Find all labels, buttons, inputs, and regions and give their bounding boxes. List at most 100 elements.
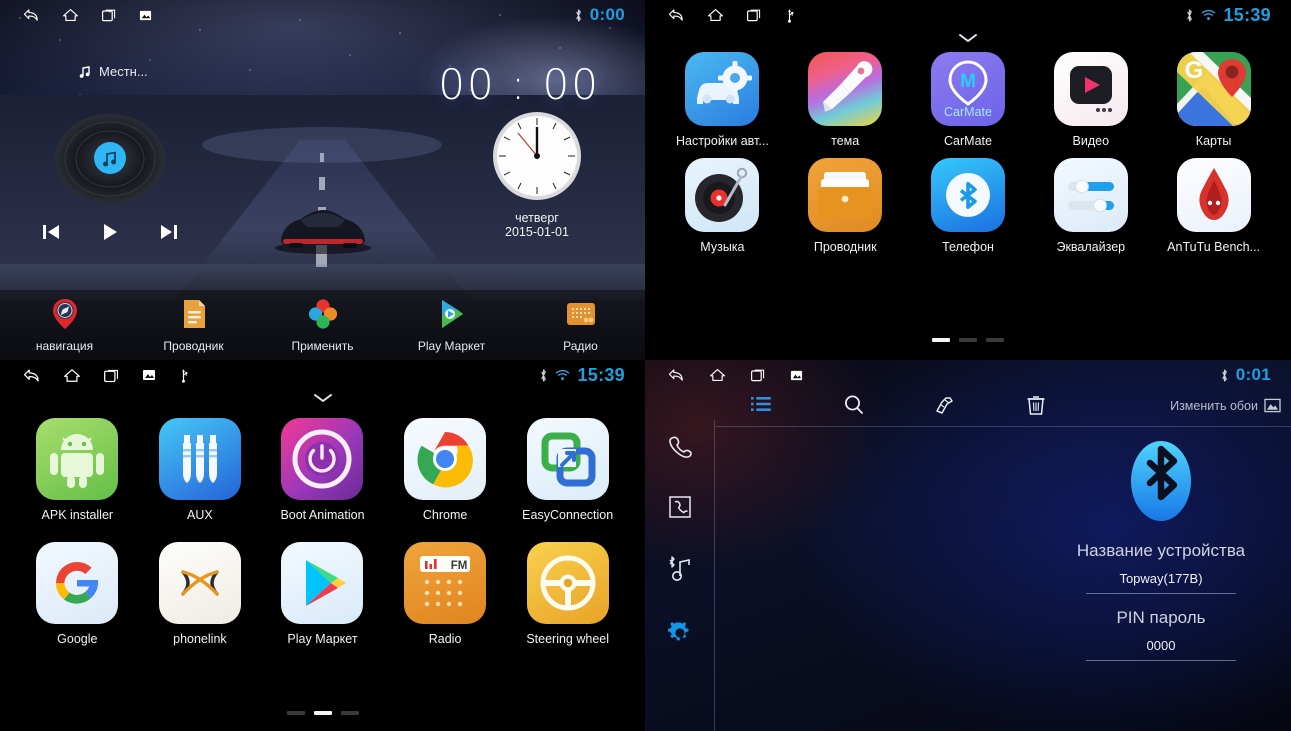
app-boot-animation[interactable]: Boot Animation: [261, 418, 384, 522]
app-grid-page-1: Настройки авт... тема M CarMate CarMate В…: [645, 52, 1291, 254]
back-icon[interactable]: [667, 367, 685, 383]
dock-item-navigation[interactable]: навигация: [0, 297, 129, 353]
app-phonelink[interactable]: phonelink: [139, 542, 262, 646]
usb-icon[interactable]: [784, 7, 795, 23]
analog-clock-widget[interactable]: четверг 2015-01-01: [482, 110, 592, 239]
back-icon[interactable]: [667, 7, 685, 23]
home-icon[interactable]: [707, 7, 724, 23]
home-icon[interactable]: [63, 367, 81, 384]
status-bar-drawer1: 15:39: [645, 0, 1291, 30]
app-music[interactable]: Музыка: [661, 158, 784, 254]
recents-icon[interactable]: [750, 367, 766, 383]
app-label: Radio: [428, 632, 462, 646]
aux-jack-icon: [158, 418, 241, 500]
app-file-manager[interactable]: Проводник: [784, 158, 907, 254]
recents-icon[interactable]: [746, 7, 762, 23]
bluetooth-icon: [1185, 8, 1194, 23]
app-car-settings[interactable]: Настройки авт...: [661, 52, 784, 148]
clock-date: 2015-01-01: [505, 225, 569, 239]
app-equalizer[interactable]: Эквалайзер: [1029, 158, 1152, 254]
page-dot[interactable]: [286, 711, 305, 715]
home-dock: навигация Проводник Применить Play Марке…: [0, 290, 645, 360]
bluetooth-sidebar: [645, 420, 715, 731]
app-play-store[interactable]: Play Маркет: [261, 542, 384, 646]
app-carmate[interactable]: M CarMate CarMate: [907, 52, 1030, 148]
back-icon[interactable]: [22, 7, 40, 23]
dock-item-radio[interactable]: Радио: [516, 297, 645, 353]
app-video[interactable]: Видео: [1029, 52, 1152, 148]
home-icon[interactable]: [709, 367, 726, 383]
chrome-icon: [404, 418, 487, 500]
trash-icon[interactable]: [1026, 394, 1046, 416]
easyconnection-icon: [526, 418, 609, 500]
vinyl-record-widget[interactable]: [45, 110, 175, 208]
recents-icon[interactable]: [101, 7, 117, 23]
previous-track-icon[interactable]: [40, 222, 62, 242]
gear-icon[interactable]: [666, 619, 694, 647]
device-name-label: Название устройства: [1076, 541, 1246, 560]
dock-label: навигация: [35, 339, 94, 353]
call-log-icon[interactable]: [667, 495, 693, 519]
device-name-value[interactable]: Topway(177B): [1086, 565, 1236, 594]
video-player-icon: [1053, 52, 1128, 126]
search-icon[interactable]: [843, 394, 865, 416]
fm-radio-icon: FM: [404, 542, 487, 624]
next-track-icon[interactable]: [158, 222, 180, 242]
dock-item-file-manager[interactable]: Проводник: [129, 297, 258, 353]
app-radio[interactable]: FM Radio: [384, 542, 507, 646]
page-dot[interactable]: [313, 711, 332, 715]
app-chrome[interactable]: Chrome: [384, 418, 507, 522]
app-theme[interactable]: тема: [784, 52, 907, 148]
page-indicator-drawer1[interactable]: [645, 338, 1291, 342]
dialpad-phone-icon[interactable]: [667, 434, 693, 458]
panel-app-drawer-2: 15:39 APK installer AUX Boot Animation C…: [0, 360, 645, 731]
play-store-icon: [441, 300, 463, 328]
back-icon[interactable]: [22, 367, 41, 384]
power-boot-icon: [281, 418, 364, 500]
page-dot[interactable]: [340, 711, 359, 715]
bluetooth-music-icon[interactable]: [666, 556, 694, 582]
bluetooth-logo-icon: [1131, 441, 1191, 521]
screenshot-icon[interactable]: [139, 9, 152, 22]
app-phone[interactable]: Телефон: [907, 158, 1030, 254]
app-antutu[interactable]: AnTuTu Bench...: [1152, 158, 1275, 254]
drawer-collapse-handle[interactable]: [0, 392, 645, 404]
recents-icon[interactable]: [103, 367, 120, 384]
screenshot-icon[interactable]: [790, 369, 803, 382]
play-store-icon: [281, 542, 364, 624]
home-icon[interactable]: [62, 7, 79, 23]
screenshot-icon[interactable]: [142, 368, 156, 382]
now-playing-label[interactable]: Местн...: [78, 64, 148, 79]
page-dot[interactable]: [932, 338, 950, 342]
status-clock: 0:01: [1235, 365, 1271, 384]
dock-item-apply[interactable]: Применить: [258, 297, 387, 353]
usb-icon[interactable]: [178, 367, 189, 383]
app-easyconnection[interactable]: EasyConnection: [506, 418, 629, 522]
page-dot[interactable]: [959, 338, 977, 342]
play-icon[interactable]: [99, 222, 121, 242]
status-clock: 15:39: [577, 364, 625, 385]
app-apk-installer[interactable]: APK installer: [16, 418, 139, 522]
app-label: Телефон: [942, 240, 994, 254]
app-steering-wheel[interactable]: Steering wheel: [506, 542, 629, 646]
app-label: Видео: [1072, 134, 1110, 148]
apply-flower-icon: [308, 299, 337, 329]
edit-hand-icon[interactable]: [932, 394, 956, 416]
drawer-collapse-handle[interactable]: [645, 32, 1291, 44]
page-indicator-drawer2[interactable]: [0, 711, 645, 715]
list-icon[interactable]: [750, 394, 774, 414]
dock-item-play-store[interactable]: Play Маркет: [387, 297, 516, 353]
app-google[interactable]: Google: [16, 542, 139, 646]
change-wallpaper-label: Изменить обои: [1170, 398, 1258, 413]
status-bar-home: 0:00: [0, 0, 645, 30]
pin-value[interactable]: 0000: [1086, 632, 1236, 661]
app-maps[interactable]: G Карты: [1152, 52, 1275, 148]
page-dot[interactable]: [986, 338, 1004, 342]
app-label: CarMate: [944, 134, 992, 148]
app-aux[interactable]: AUX: [139, 418, 262, 522]
analog-clock-face: [493, 112, 581, 200]
app-label: Проводник: [813, 240, 877, 254]
digital-clock: 00 : 00: [438, 60, 600, 109]
change-wallpaper-button[interactable]: Изменить обои: [1170, 398, 1281, 413]
dock-label: Play Маркет: [417, 339, 486, 353]
